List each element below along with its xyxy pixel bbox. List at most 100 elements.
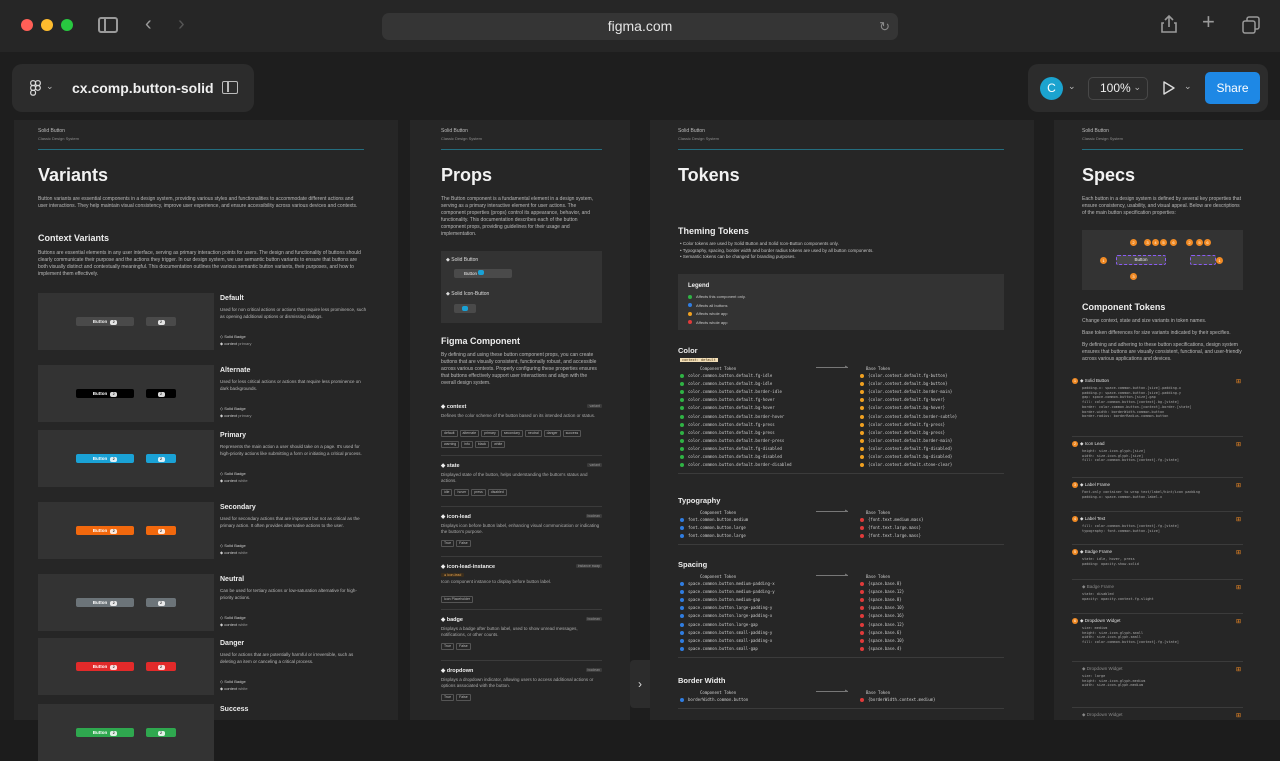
base-token: {space.base.12} (860, 622, 904, 627)
sidebar-toggle-icon[interactable] (98, 17, 118, 33)
badge-count: 2 (157, 601, 165, 606)
prop-value-chip[interactable]: neutral (524, 430, 542, 437)
grid-icon[interactable]: ⊞ (1236, 482, 1241, 489)
variant-icon-button[interactable]: 2 (146, 728, 176, 737)
prop-value-chip[interactable]: hover (454, 489, 470, 496)
row-divider (1072, 511, 1243, 512)
close-window-button[interactable] (21, 19, 33, 31)
variant-preview-card[interactable]: Button 2 2 (38, 430, 214, 487)
variant-preview-card[interactable]: Button 2 2 (38, 638, 214, 695)
component-preview[interactable]: ◆ Solid Button Button ◆ Solid Icon-Butto… (441, 251, 602, 323)
token-value: {font.text.large.mass} (868, 525, 921, 531)
prop-value-chip[interactable]: secondary (500, 430, 523, 437)
prop-value-chip[interactable]: False (456, 694, 471, 701)
preview-icon-button[interactable] (454, 304, 476, 313)
prop-value-chip[interactable]: press (471, 489, 486, 496)
variant-icon-button[interactable]: 2 (146, 389, 176, 398)
preview-button[interactable]: Button (454, 269, 512, 278)
prop-value-chip[interactable]: black (474, 441, 490, 448)
prop-value-chip[interactable]: primary (481, 430, 499, 437)
prop-value-chip[interactable]: Icon Placeholder (441, 596, 474, 603)
prop-value-chip[interactable]: idle (441, 489, 453, 496)
component-token: color.common.button.default.bg-idle (680, 381, 772, 387)
grid-icon[interactable]: ⊞ (1236, 441, 1241, 448)
variant-icon-button[interactable]: 2 (146, 526, 176, 535)
arrow-head-icon: ▸ (845, 364, 848, 370)
prop-value-chip[interactable]: default (441, 430, 458, 437)
prop-value-chip[interactable]: alternate (459, 430, 480, 437)
token-name: font.common.button.medium (688, 517, 749, 522)
variant-button[interactable]: Button 2 (76, 728, 134, 737)
grid-icon[interactable]: ⊞ (1236, 712, 1241, 719)
variant-button[interactable]: Button 2 (76, 317, 134, 326)
prop-value-chip[interactable]: danger (543, 430, 561, 437)
grid-icon[interactable]: ⊞ (1236, 666, 1241, 673)
grid-icon[interactable]: ⊞ (1236, 378, 1241, 385)
prop-value-chip[interactable]: True (441, 694, 455, 701)
grid-icon[interactable]: ⊞ (1236, 584, 1241, 591)
variant-preview-card[interactable]: Button 2 2 (38, 704, 214, 761)
figma-logo-icon[interactable] (30, 80, 41, 101)
prop-value-chip[interactable]: success (562, 430, 582, 437)
grid-icon[interactable]: ⊞ (1236, 549, 1241, 556)
variant-preview-card[interactable]: Button 2 2 (38, 502, 214, 559)
collapse-chevron-icon[interactable]: › (630, 660, 650, 708)
prop-value-chip[interactable]: warning (441, 441, 460, 448)
context-prop: ◆ context white (220, 685, 248, 692)
prop-value-chip[interactable]: False (456, 540, 471, 547)
grid-icon[interactable]: ⊞ (1236, 516, 1241, 523)
token-scope-dot (680, 518, 684, 522)
chevron-down-icon[interactable]: ⌄ (46, 81, 54, 92)
chevron-down-icon[interactable]: ⌄ (1068, 81, 1076, 92)
variant-icon-button[interactable]: 2 (146, 454, 176, 463)
prop-value-chip[interactable]: info (461, 441, 473, 448)
avatar[interactable]: C (1040, 77, 1063, 100)
chevron-down-icon[interactable]: ⌄ (1184, 81, 1192, 92)
row-divider (441, 609, 602, 610)
base-token: {space.base.16} (860, 613, 904, 619)
spec-token-line: width: size.icon.glyph.medium (1082, 683, 1144, 688)
present-play-icon[interactable] (1162, 80, 1176, 101)
badge-count: 2 (110, 601, 118, 606)
token-name: space.common.button.small-padding-x (688, 637, 773, 643)
variant-button[interactable]: Button 2 (76, 389, 134, 398)
variant-title: Secondary (220, 504, 256, 511)
prop-values: True False (441, 690, 602, 701)
variant-button[interactable]: Button 2 (76, 526, 134, 535)
back-icon[interactable]: ‹ (145, 14, 152, 34)
tab-overview-icon[interactable] (1242, 16, 1260, 37)
forward-icon[interactable]: › (178, 14, 185, 34)
share-button[interactable]: Share (1205, 72, 1260, 104)
address-bar[interactable]: figma.com ↻ (382, 13, 898, 40)
prop-value-chip[interactable]: False (456, 643, 471, 650)
badge-count: 2 (110, 392, 118, 397)
zoom-window-button[interactable] (61, 19, 73, 31)
prop-name: ◆ dropdown (441, 668, 474, 674)
prop-value-chip[interactable]: white (491, 441, 506, 448)
variant-icon-button[interactable]: 2 (146, 662, 176, 671)
file-name[interactable]: cx.comp.button-solid (72, 80, 214, 96)
layers-panel-icon[interactable] (222, 81, 238, 94)
prop-values: default alternate primary secondary neutral d… (441, 426, 602, 448)
prop-value-chip[interactable]: True (441, 643, 455, 650)
reload-icon[interactable]: ↻ (879, 13, 890, 40)
zoom-select[interactable]: 100% ⌄ (1088, 77, 1148, 100)
variant-preview-card[interactable]: Button 2 2 (38, 293, 214, 350)
variant-preview-card[interactable]: Button 2 2 (38, 574, 214, 631)
share-page-icon[interactable] (1160, 14, 1178, 37)
variant-preview-card[interactable]: Button 2 2 (38, 365, 214, 422)
prop-value-chip[interactable]: disabled (487, 489, 507, 496)
base-token: {color.context.default.fg-disabled} (860, 446, 952, 451)
prop-value-chip[interactable]: True (441, 540, 455, 547)
spec-item-heading: 2 ◆ Icon Lead (1072, 441, 1104, 447)
token-scope-dot (680, 430, 684, 435)
new-tab-icon[interactable]: + (1202, 11, 1215, 33)
grid-icon[interactable]: ⊞ (1236, 618, 1241, 625)
minimize-window-button[interactable] (41, 19, 53, 31)
token-name: color.common.button.default.border-idle (688, 389, 782, 395)
variant-icon-button[interactable]: 2 (146, 317, 176, 326)
variant-button[interactable]: Button 2 (76, 662, 134, 671)
variant-icon-button[interactable]: 2 (146, 598, 176, 607)
variant-button[interactable]: Button 2 (76, 454, 134, 463)
variant-button[interactable]: Button 2 (76, 598, 134, 607)
